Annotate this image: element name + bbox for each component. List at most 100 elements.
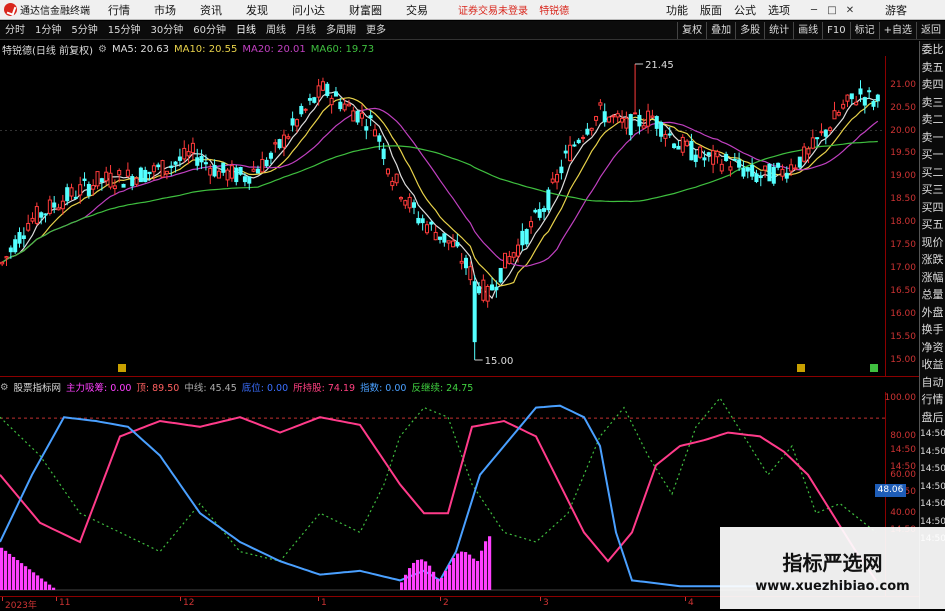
candle-body [490, 284, 495, 291]
candle-body [529, 221, 534, 228]
absorb-bar [464, 552, 468, 590]
price-tick: 19.00 [890, 171, 916, 182]
side-panel-item[interactable]: 换手 [920, 321, 945, 339]
candle-body [117, 170, 122, 176]
period-tab-30min[interactable]: 30分钟 [145, 21, 188, 40]
period-tab-15min[interactable]: 15分钟 [103, 21, 146, 40]
menu-item-discover[interactable]: 发现 [234, 2, 280, 18]
menu-item-trade[interactable]: 交易 [394, 2, 440, 18]
close-icon[interactable]: ✕ [841, 5, 859, 16]
minimize-icon[interactable]: ─ [805, 5, 823, 16]
absorb-bar [444, 570, 448, 590]
candle-body [797, 156, 802, 168]
side-panel-item[interactable]: 14:50 [920, 461, 945, 479]
period-tab-weekly[interactable]: 周线 [261, 21, 291, 40]
period-tab-intraday[interactable]: 分时 [0, 21, 30, 40]
candle-body [455, 242, 460, 247]
side-panel-item[interactable]: 卖五 [920, 59, 945, 77]
side-panel-item[interactable]: 卖一 [920, 129, 945, 147]
candle-body [550, 178, 555, 183]
side-panel-item[interactable]: 14:50 [920, 479, 945, 497]
menu-item-news[interactable]: 资讯 [188, 2, 234, 18]
candle-body [810, 137, 815, 149]
candle-body [56, 207, 61, 211]
candle-body [99, 178, 104, 183]
side-panel-item[interactable]: 买一 [920, 146, 945, 164]
ma-line [1, 90, 878, 300]
f10-button[interactable]: F10 [822, 22, 849, 39]
menu-item-market[interactable]: 市场 [142, 2, 188, 18]
side-panel-item[interactable]: 委比 [920, 41, 945, 59]
watermark-url: www.xuezhibiao.com [755, 579, 910, 594]
side-panel-item[interactable]: 涨幅 [920, 269, 945, 287]
side-panel-item[interactable]: 行情 [920, 391, 945, 409]
candle-body [385, 168, 390, 175]
side-panel-item[interactable]: 总量 [920, 286, 945, 304]
candlestick-chart[interactable]: 21.45 15.00 [0, 56, 885, 376]
draw-line-button[interactable]: 画线 [793, 22, 822, 39]
period-tab-daily[interactable]: 日线 [231, 21, 261, 40]
period-tab-60min[interactable]: 60分钟 [188, 21, 231, 40]
candle-body [112, 185, 117, 190]
menu-item-options[interactable]: 选项 [762, 2, 796, 18]
period-tab-5min[interactable]: 5分钟 [66, 21, 102, 40]
statistics-button[interactable]: 统计 [764, 22, 793, 39]
back-button[interactable]: 返回 [916, 22, 945, 39]
candle-body [17, 232, 22, 244]
side-panel-item[interactable]: 买五 [920, 216, 945, 234]
side-panel-item[interactable]: 外盘 [920, 304, 945, 322]
multi-stock-button[interactable]: 多股 [735, 22, 764, 39]
login-notice[interactable]: 证券交易未登录 特锐德 [458, 2, 577, 17]
side-panel-item[interactable]: 卖四 [920, 76, 945, 94]
candle-body [26, 222, 31, 231]
menu-item-function[interactable]: 功能 [660, 2, 694, 18]
period-tab-more[interactable]: 更多 [361, 21, 391, 40]
period-tab-multi[interactable]: 多周期 [321, 21, 361, 40]
side-panel-item[interactable]: 收益 [920, 356, 945, 374]
side-panel-item[interactable]: 卖三 [920, 94, 945, 112]
side-panel-item[interactable]: 买二 [920, 164, 945, 182]
candle-body [255, 168, 260, 174]
side-panel-item[interactable]: 盘后 [920, 409, 945, 427]
settings-icon[interactable]: ⚙ [98, 44, 107, 55]
candle-body [559, 166, 564, 174]
login-status[interactable]: 证券交易未登录 [458, 6, 528, 17]
side-panel-item[interactable]: 14:50 [920, 444, 945, 462]
menu-item-layout[interactable]: 版面 [694, 2, 728, 18]
mark-button[interactable]: 标记 [849, 22, 879, 39]
adjust-button[interactable]: 复权 [677, 22, 706, 39]
candle-body [290, 118, 295, 126]
add-watchlist-button[interactable]: +自选 [878, 22, 916, 39]
maximize-icon[interactable]: □ [823, 5, 841, 16]
side-panel-item[interactable]: 净资 [920, 339, 945, 357]
candle-body [433, 231, 438, 241]
price-tick: 16.50 [890, 286, 916, 297]
menu-item-assistant[interactable]: 问小达 [280, 2, 337, 18]
candle-body [637, 114, 642, 127]
absorb-bar [480, 550, 484, 590]
menu-item-wealth[interactable]: 财富圈 [337, 2, 394, 18]
candle-body [264, 159, 269, 167]
period-tab-monthly[interactable]: 月线 [291, 21, 321, 40]
guest-login[interactable]: 游客 [885, 0, 907, 20]
candle-body [771, 166, 776, 184]
side-panel-item[interactable]: 14:50 [920, 426, 945, 444]
menu-item-formula[interactable]: 公式 [728, 2, 762, 18]
side-panel-item[interactable]: 涨跌 [920, 251, 945, 269]
side-panel-item[interactable]: 买四 [920, 199, 945, 217]
side-panel-item[interactable]: 14:50 [920, 496, 945, 514]
candle-body [169, 165, 174, 168]
side-panel-item[interactable]: 买三 [920, 181, 945, 199]
side-panel-item[interactable]: 现价 [920, 234, 945, 252]
side-panel-item[interactable]: 自动 [920, 374, 945, 392]
candle-body [463, 257, 469, 269]
indicator-settings-icon[interactable]: ⚙ [0, 382, 9, 393]
period-tab-1min[interactable]: 1分钟 [30, 21, 66, 40]
candle-body [537, 209, 542, 218]
candle-body [195, 157, 200, 166]
side-panel-item[interactable]: 卖二 [920, 111, 945, 129]
menu-item-quotes[interactable]: 行情 [96, 2, 142, 18]
candle-body [156, 164, 161, 168]
overlay-button[interactable]: 叠加 [706, 22, 735, 39]
candle-body [784, 172, 789, 179]
